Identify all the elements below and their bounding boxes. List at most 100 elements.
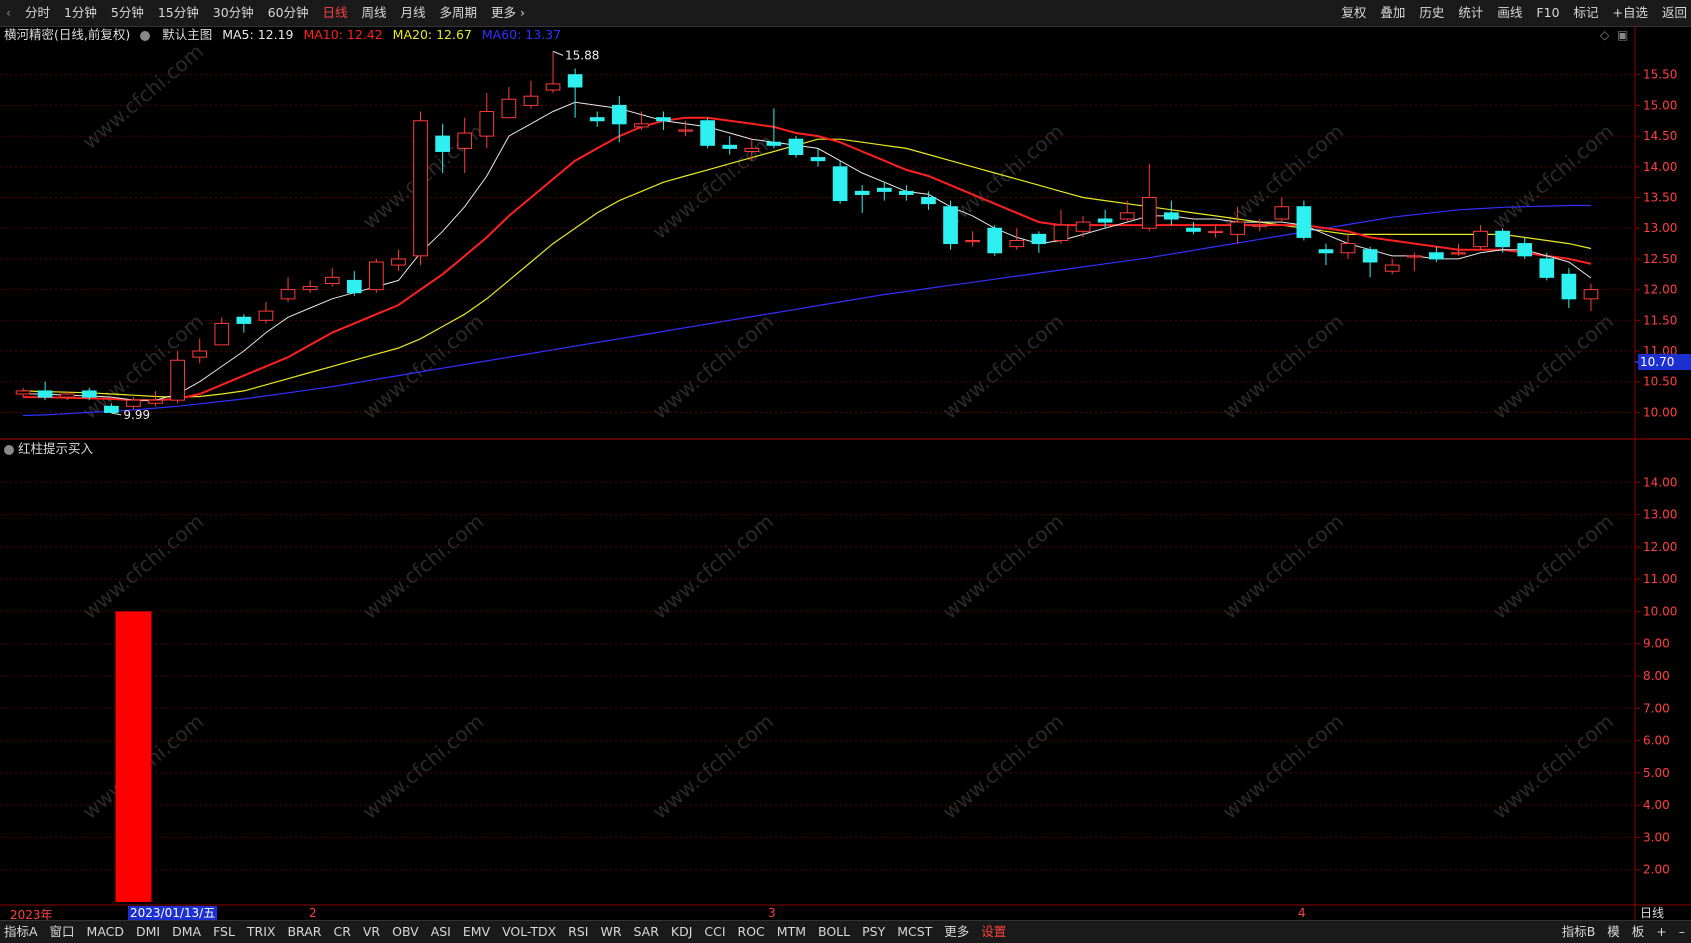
tab-boll[interactable]: BOLL bbox=[818, 924, 850, 939]
tab-brar[interactable]: BRAR bbox=[287, 924, 321, 939]
ma-line-ma20 bbox=[22, 138, 1592, 398]
indicator-tick-label: 10.00 bbox=[1643, 604, 1677, 618]
candle-body bbox=[1406, 255, 1422, 258]
candle-body bbox=[567, 74, 583, 88]
tab-asi[interactable]: ASI bbox=[431, 924, 451, 939]
candle-body bbox=[722, 144, 738, 149]
tab-kdj[interactable]: KDJ bbox=[671, 924, 693, 939]
watermark-text: www.cfchi.com bbox=[1218, 509, 1348, 624]
price-tick-label: 14.00 bbox=[1643, 160, 1677, 174]
candle-body bbox=[788, 138, 804, 156]
indicator-tick-label: 7.00 bbox=[1643, 701, 1670, 715]
watermark-text: www.cfchi.com bbox=[648, 129, 778, 244]
candle-body bbox=[589, 117, 605, 122]
candle-body bbox=[854, 190, 870, 195]
price-tick-label: 12.50 bbox=[1643, 252, 1677, 266]
candle-body bbox=[37, 390, 53, 398]
tab-macd[interactable]: MACD bbox=[87, 924, 124, 939]
candle-body bbox=[523, 95, 539, 106]
watermark-text: www.cfchi.com bbox=[938, 509, 1068, 624]
remove-window-button[interactable]: – bbox=[1679, 924, 1685, 939]
tab-obv[interactable]: OBV bbox=[392, 924, 419, 939]
tab-psy[interactable]: PSY bbox=[862, 924, 885, 939]
board-button[interactable]: 板 bbox=[1632, 924, 1645, 939]
candle-body bbox=[1384, 264, 1400, 272]
tab-vol-tdx[interactable]: VOL-TDX bbox=[502, 924, 556, 939]
candle-body bbox=[1561, 273, 1577, 300]
kline-chart[interactable]: www.cfchi.com www.cfchi.com www.cfchi.com w… bbox=[0, 0, 1691, 942]
candle-body bbox=[1495, 230, 1510, 248]
period-label: 日线 bbox=[1640, 906, 1665, 920]
tab-vr[interactable]: VR bbox=[363, 924, 380, 939]
tab-cci[interactable]: CCI bbox=[704, 924, 725, 939]
watermark-text: www.cfchi.com bbox=[358, 309, 488, 424]
tab-rsi[interactable]: RSI bbox=[568, 924, 588, 939]
settings-button[interactable]: 设置 bbox=[981, 924, 1006, 939]
tab-trix[interactable]: TRIX bbox=[247, 924, 276, 939]
template-button[interactable]: 模 bbox=[1607, 924, 1620, 939]
tab-mcst[interactable]: MCST bbox=[897, 924, 932, 939]
watermark-text: www.cfchi.com bbox=[1488, 509, 1618, 624]
candle-body bbox=[457, 132, 473, 149]
indicator-a-button[interactable]: 指标A bbox=[4, 924, 38, 939]
indicator-tabs: 指标A 窗口 MACD DMI DMA FSL TRIX BRAR CR VR … bbox=[4, 921, 1014, 943]
watermark-text: www.cfchi.com bbox=[78, 309, 208, 424]
candle-body bbox=[413, 120, 428, 257]
indicator-b-button[interactable]: 指标B bbox=[1562, 924, 1596, 939]
tab-cr[interactable]: CR bbox=[333, 924, 350, 939]
candle-body bbox=[634, 123, 649, 128]
tab-roc[interactable]: ROC bbox=[738, 924, 765, 939]
ma-line-ma5 bbox=[23, 101, 1592, 401]
candle-body bbox=[1186, 227, 1201, 232]
candle-body bbox=[501, 98, 517, 119]
date-cursor: 2023/01/13/五 bbox=[128, 906, 218, 920]
candle-body bbox=[1583, 289, 1599, 300]
candle-body bbox=[1296, 206, 1312, 238]
candle-body bbox=[1517, 243, 1533, 257]
indicator-right-tools: 指标B 模 板 + – bbox=[1554, 921, 1685, 943]
price-tick-label: 13.50 bbox=[1643, 191, 1677, 205]
indicator-tick-label: 4.00 bbox=[1643, 798, 1670, 812]
tab-emv[interactable]: EMV bbox=[463, 924, 490, 939]
high-annotation: 15.88 bbox=[565, 48, 599, 62]
candle-body bbox=[700, 120, 715, 146]
add-window-button[interactable]: + bbox=[1656, 924, 1666, 939]
watermark-text: www.cfchi.com bbox=[358, 709, 488, 824]
candle-body bbox=[192, 350, 208, 358]
price-tick-label: 14.50 bbox=[1643, 129, 1677, 143]
more-button[interactable]: 更多 bbox=[944, 924, 969, 939]
candle-body bbox=[876, 187, 892, 192]
candle-body bbox=[1097, 218, 1113, 223]
candle-body bbox=[214, 322, 230, 346]
tab-wr[interactable]: WR bbox=[600, 924, 621, 939]
candle-body bbox=[1340, 243, 1356, 254]
tab-fsl[interactable]: FSL bbox=[213, 924, 235, 939]
window-button[interactable]: 窗口 bbox=[50, 924, 75, 939]
candle-body bbox=[258, 310, 274, 321]
candle-body bbox=[744, 147, 760, 152]
watermark-text: www.cfchi.com bbox=[648, 509, 778, 624]
price-tick-label: 15.00 bbox=[1643, 98, 1677, 112]
candle-body bbox=[656, 117, 671, 122]
candle-body bbox=[921, 197, 936, 205]
candle-body bbox=[104, 405, 119, 413]
candle-body bbox=[369, 261, 384, 291]
indicator-tick-label: 5.00 bbox=[1643, 766, 1670, 780]
candle-body bbox=[1539, 258, 1555, 278]
candle-body bbox=[81, 390, 97, 398]
high-pointer bbox=[552, 50, 564, 56]
tab-sar[interactable]: SAR bbox=[634, 924, 659, 939]
candle-body bbox=[1318, 249, 1334, 254]
candle-body bbox=[611, 104, 627, 125]
indicator-tick-label: 2.00 bbox=[1643, 863, 1670, 877]
tab-dma[interactable]: DMA bbox=[172, 924, 201, 939]
indicator-bar bbox=[115, 611, 152, 902]
tab-mtm[interactable]: MTM bbox=[777, 924, 806, 939]
candle-body bbox=[1141, 197, 1157, 229]
candle-body bbox=[346, 279, 362, 294]
candle-body bbox=[148, 399, 163, 404]
price-tick-label: 10.00 bbox=[1643, 405, 1677, 419]
tab-dmi[interactable]: DMI bbox=[136, 924, 160, 939]
indicator-tick-label: 11.00 bbox=[1643, 572, 1677, 586]
candle-body bbox=[810, 157, 826, 162]
